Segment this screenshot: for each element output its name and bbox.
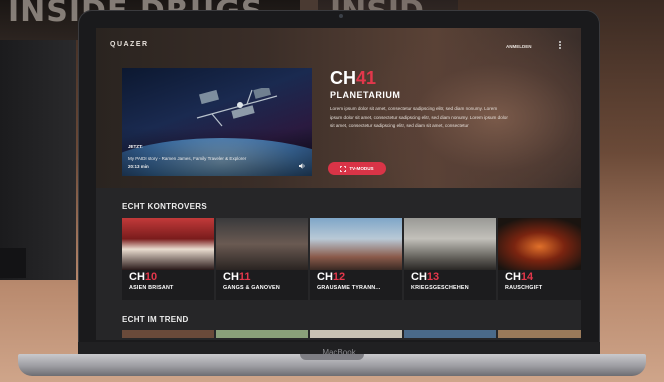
channel-thumbnail	[122, 330, 214, 338]
channel-card[interactable]: CH12 GRAUSAME TYRANN...	[310, 218, 402, 300]
laptop-notch	[300, 354, 364, 360]
channel-code: CH12	[317, 271, 345, 283]
channel-prefix: CH	[317, 271, 333, 283]
webcam	[339, 14, 343, 18]
channel-name: KRIEGSGESCHEHEN	[411, 285, 469, 291]
channel-row	[122, 330, 581, 338]
channel-code: CH10	[129, 271, 157, 283]
tv-mode-button[interactable]: TV-MODUS	[328, 162, 386, 175]
channel-card[interactable]	[404, 330, 496, 338]
channel-thumbnail	[498, 330, 581, 338]
channel-heading: CH41	[330, 68, 376, 89]
channel-number: 11	[238, 271, 251, 283]
section-title: ECHT IM TREND	[122, 315, 189, 324]
channel-thumbnail	[498, 218, 581, 270]
background-monitor-stand	[0, 248, 26, 278]
channel-card[interactable]: CH14 RAUSCHGIFT	[498, 218, 581, 300]
now-playing-title: My PAIDI story - Ramen James, Family Tra…	[128, 156, 247, 161]
channel-code: CH13	[411, 271, 439, 283]
channel-thumbnail	[216, 330, 308, 338]
channel-number: 12	[332, 271, 346, 283]
hero-section: QUAZER ANMELDEN JETZT: My PAIDI story - …	[96, 28, 581, 188]
video-player[interactable]: JETZT: My PAIDI story - Ramen James, Fam…	[122, 68, 312, 176]
expand-icon	[340, 165, 347, 172]
now-playing-duration: 20:13 min	[128, 164, 149, 169]
channel-prefix: CH	[129, 271, 145, 283]
channel-card[interactable]: CH11 GANGS & GANOVEN	[216, 218, 308, 300]
channel-row: CH10 ASIEN BRISANT CH11 GANGS & GANOVEN …	[122, 218, 581, 300]
channel-card[interactable]	[310, 330, 402, 338]
channel-thumbnail	[404, 218, 496, 270]
channel-name: RAUSCHGIFT	[505, 285, 543, 291]
channel-card[interactable]	[122, 330, 214, 338]
channel-thumbnail	[310, 218, 402, 270]
channel-code: CH14	[505, 271, 533, 283]
channel-number: 10	[144, 271, 158, 283]
app-screen: QUAZER ANMELDEN JETZT: My PAIDI story - …	[96, 28, 581, 340]
section-title: ECHT KONTROVERS	[122, 202, 207, 211]
channel-card[interactable]: CH13 KRIEGSGESCHEHEN	[404, 218, 496, 300]
now-playing-badge: JETZT:	[128, 144, 143, 149]
channel-name: GRAUSAME TYRANN...	[317, 285, 381, 291]
laptop-bezel-bottom: MacBook	[78, 342, 600, 357]
channel-code: CH11	[223, 271, 251, 283]
background-monitor	[0, 40, 76, 280]
channel-prefix: CH	[223, 271, 239, 283]
channel-number: 13	[426, 271, 440, 283]
show-title: PLANETARIUM	[330, 90, 401, 100]
channel-name: GANGS & GANOVEN	[223, 285, 280, 291]
channel-card[interactable]	[216, 330, 308, 338]
channel-name: ASIEN BRISANT	[129, 285, 174, 291]
show-description: Lorem ipsum dolor sit amet, consectetur …	[330, 106, 508, 129]
tv-mode-label: TV-MODUS	[349, 166, 374, 171]
speaker-icon[interactable]	[298, 162, 306, 170]
channel-thumbnail	[216, 218, 308, 270]
more-vertical-icon[interactable]	[557, 40, 563, 52]
channel-thumbnail	[310, 330, 402, 338]
channel-number: 41	[356, 68, 377, 88]
player-overlay	[122, 128, 312, 176]
channel-prefix: CH	[411, 271, 427, 283]
channel-card[interactable]	[498, 330, 581, 338]
channel-card[interactable]: CH10 ASIEN BRISANT	[122, 218, 214, 300]
channel-number: 14	[520, 271, 534, 283]
login-link[interactable]: ANMELDEN	[506, 44, 532, 49]
channel-prefix: CH	[505, 271, 521, 283]
channel-thumbnail	[404, 330, 496, 338]
app-logo[interactable]: QUAZER	[110, 41, 149, 48]
channel-prefix: CH	[330, 68, 356, 88]
space-station-image	[196, 88, 278, 127]
background-object	[300, 0, 318, 10]
channel-thumbnail	[122, 218, 214, 270]
